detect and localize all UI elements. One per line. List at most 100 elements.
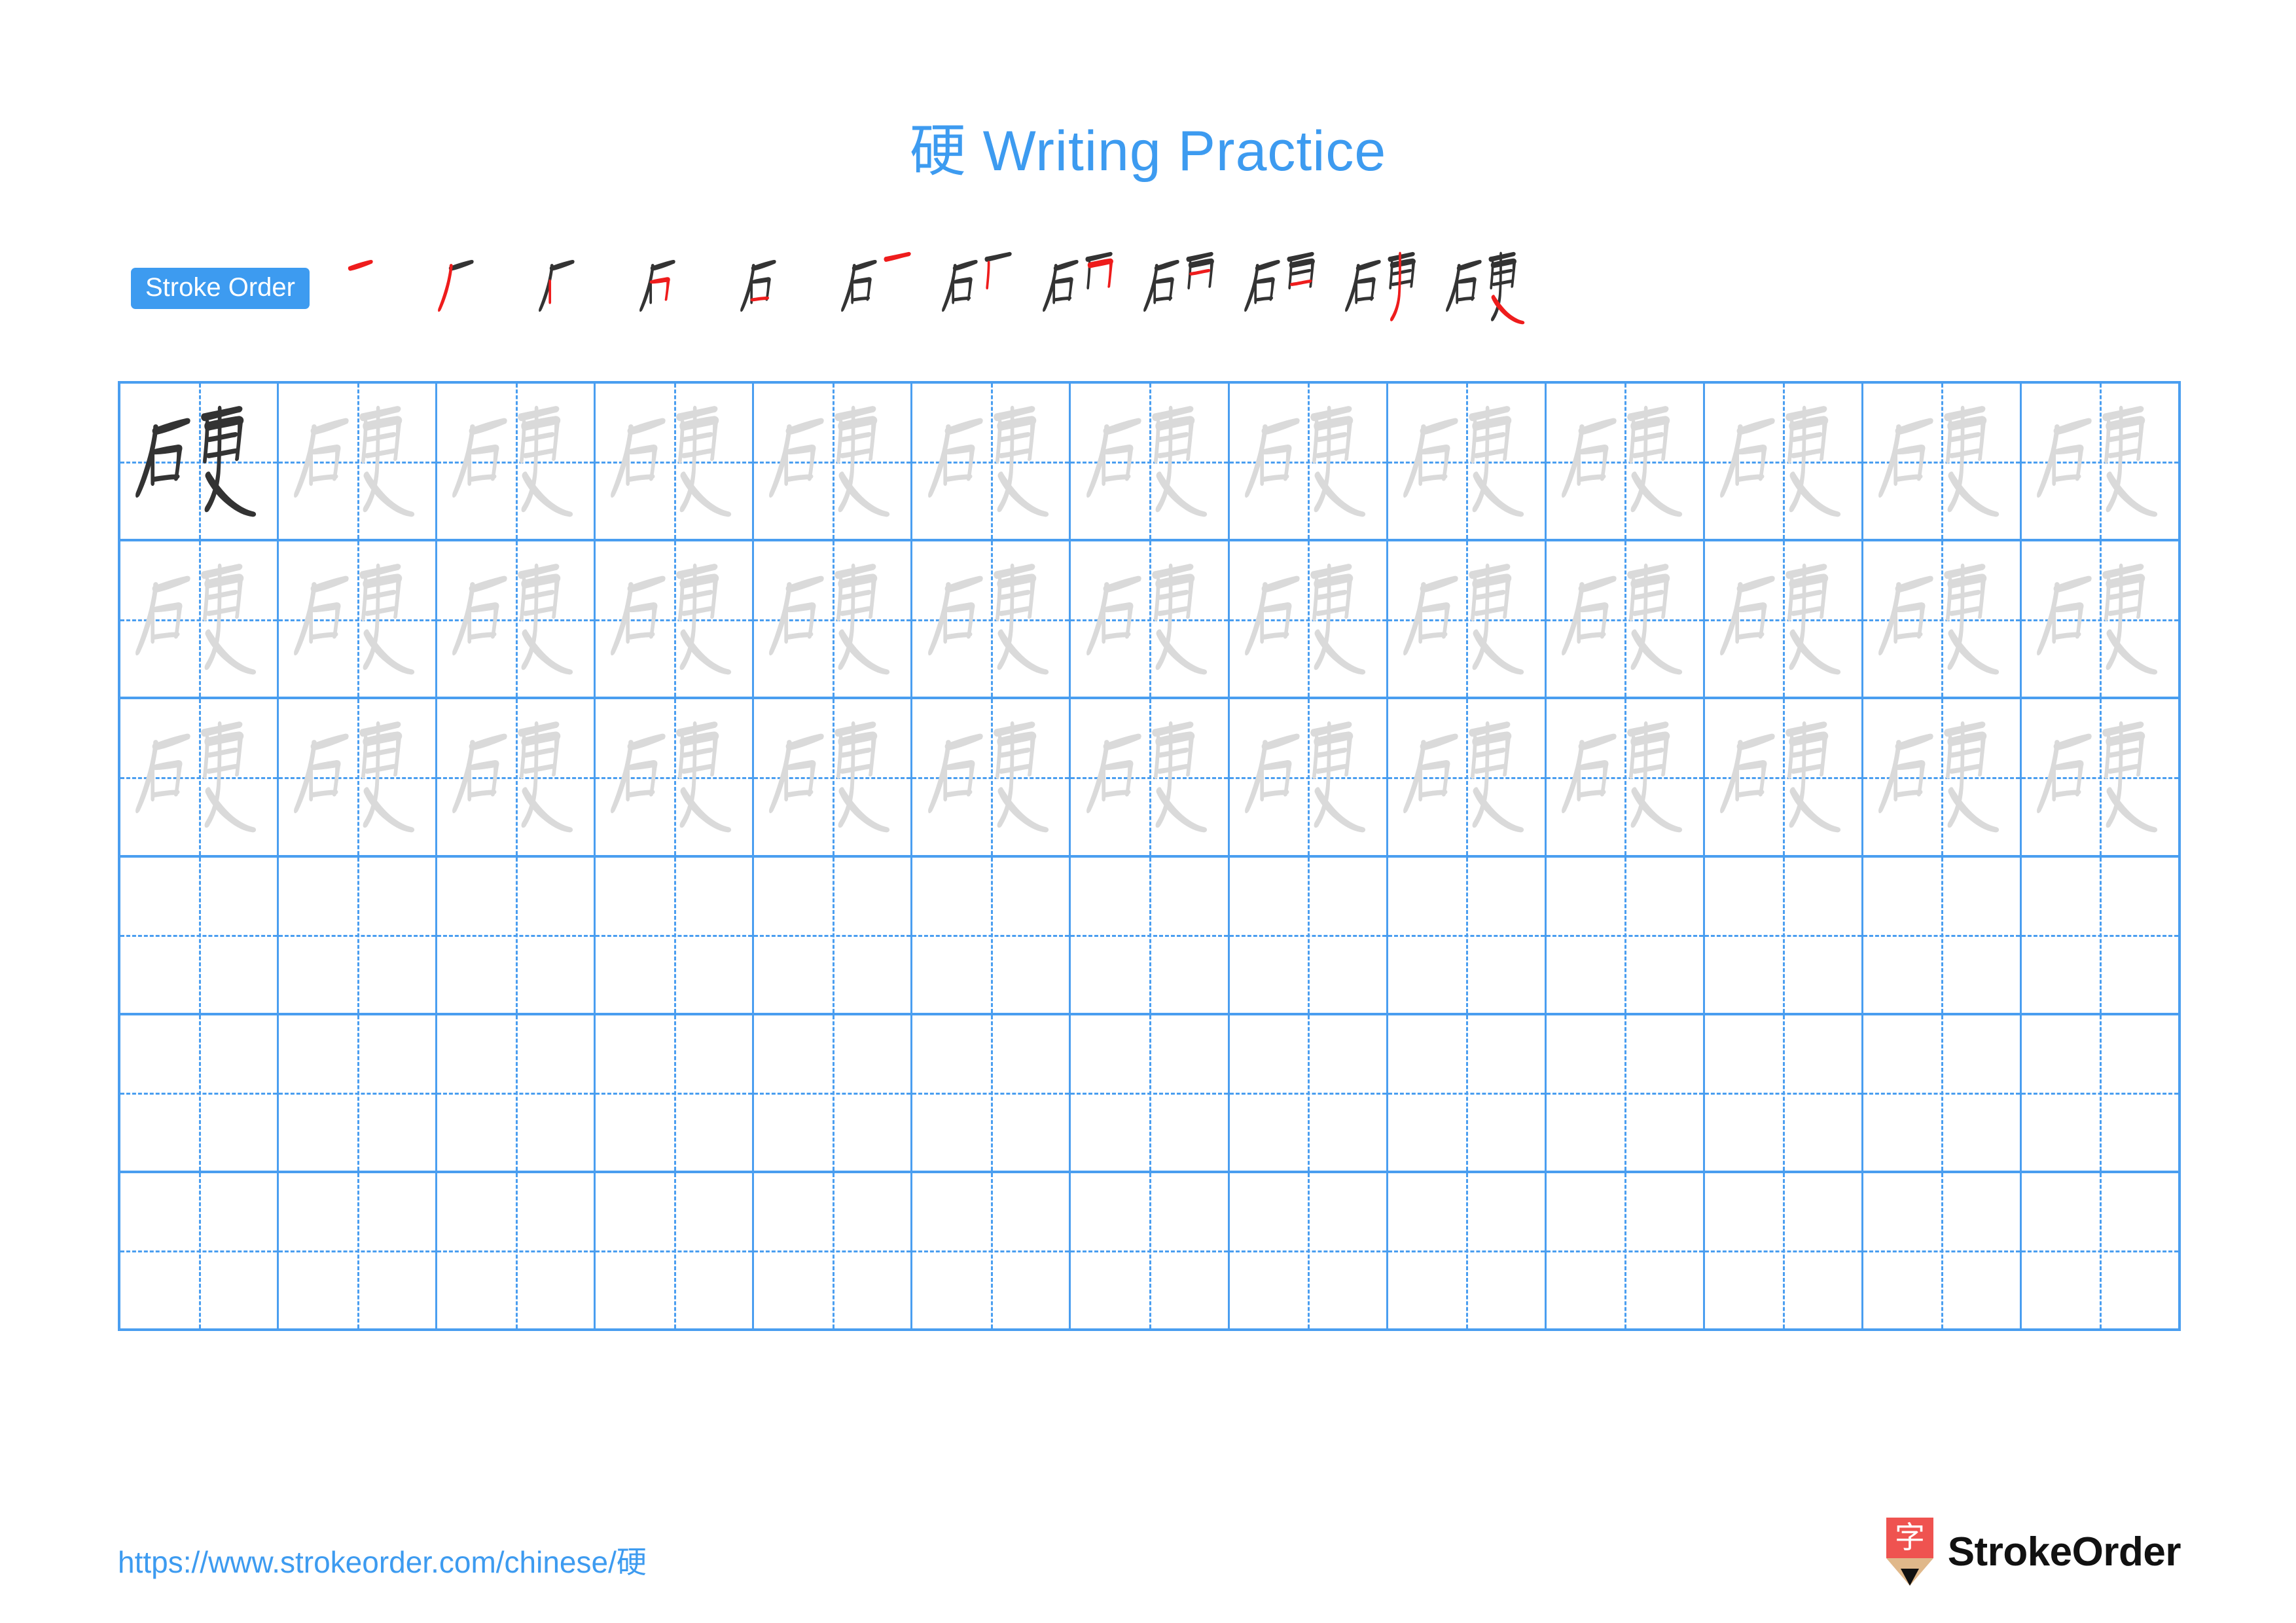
- practice-cell-empty[interactable]: [1071, 1015, 1230, 1171]
- practice-cell-empty[interactable]: [1863, 857, 2022, 1013]
- practice-cell-empty[interactable]: [120, 1015, 279, 1171]
- practice-cell-trace[interactable]: [1229, 541, 1388, 697]
- practice-cell-trace[interactable]: [437, 384, 596, 539]
- practice-cell-trace[interactable]: [1546, 699, 1705, 855]
- practice-cell-trace[interactable]: [596, 699, 755, 855]
- practice-cell-empty[interactable]: [279, 857, 438, 1013]
- practice-cell-trace[interactable]: [1863, 541, 2022, 697]
- practice-cell-trace[interactable]: [912, 541, 1071, 697]
- practice-cell-empty[interactable]: [120, 1173, 279, 1329]
- practice-cell-trace[interactable]: [1704, 384, 1863, 539]
- practice-cell-trace[interactable]: [2021, 384, 2179, 539]
- practice-cell-empty[interactable]: [1546, 1015, 1705, 1171]
- practice-cell-trace[interactable]: [754, 699, 913, 855]
- practice-cell-empty[interactable]: [1388, 857, 1547, 1013]
- practice-cell-empty[interactable]: [1863, 1173, 2022, 1329]
- stroke-step-3: [529, 246, 630, 331]
- trace-character: [1547, 541, 1703, 697]
- practice-cell-empty[interactable]: [596, 857, 755, 1013]
- practice-cell-trace[interactable]: [1863, 699, 2022, 855]
- model-character: [120, 384, 277, 539]
- footer-logo[interactable]: 字 StrokeOrder: [1886, 1518, 2181, 1586]
- trace-character: [1071, 541, 1227, 697]
- practice-cell-trace[interactable]: [1704, 699, 1863, 855]
- practice-cell-empty[interactable]: [596, 1173, 755, 1329]
- practice-cell-trace[interactable]: [2021, 541, 2179, 697]
- trace-character: [1863, 384, 2020, 539]
- practice-cell-empty[interactable]: [279, 1015, 438, 1171]
- practice-cell-empty[interactable]: [437, 1015, 596, 1171]
- trace-character: [912, 541, 1069, 697]
- practice-cell-trace[interactable]: [120, 541, 279, 697]
- pencil-logo-icon: 字: [1886, 1518, 1933, 1586]
- practice-cell-empty[interactable]: [1704, 1015, 1863, 1171]
- practice-cell-model[interactable]: [120, 384, 279, 539]
- footer-url-link[interactable]: https://www.strokeorder.com/chinese/硬: [118, 1539, 647, 1582]
- trace-character: [596, 541, 752, 697]
- practice-cell-trace[interactable]: [754, 541, 913, 697]
- practice-cell-empty[interactable]: [1229, 857, 1388, 1013]
- practice-cell-trace[interactable]: [1229, 699, 1388, 855]
- practice-cell-trace[interactable]: [1546, 384, 1705, 539]
- trace-character: [2022, 541, 2178, 697]
- stroke-step-4: [630, 246, 731, 331]
- practice-cell-empty[interactable]: [1229, 1173, 1388, 1329]
- stroke-step-12: [1437, 246, 1537, 331]
- practice-cell-empty[interactable]: [1704, 857, 1863, 1013]
- practice-cell-trace[interactable]: [596, 541, 755, 697]
- practice-cell-empty[interactable]: [912, 857, 1071, 1013]
- practice-cell-trace[interactable]: [1388, 384, 1547, 539]
- trace-character: [1388, 541, 1545, 697]
- practice-cell-empty[interactable]: [2021, 1173, 2179, 1329]
- practice-cell-trace[interactable]: [1863, 384, 2022, 539]
- practice-cell-trace[interactable]: [1388, 541, 1547, 697]
- practice-cell-trace[interactable]: [437, 541, 596, 697]
- practice-cell-trace[interactable]: [1071, 384, 1230, 539]
- practice-cell-trace[interactable]: [279, 541, 438, 697]
- practice-cell-empty[interactable]: [1388, 1173, 1547, 1329]
- practice-cell-trace[interactable]: [1071, 541, 1230, 697]
- practice-cell-empty[interactable]: [120, 857, 279, 1013]
- practice-cell-empty[interactable]: [754, 1173, 913, 1329]
- practice-cell-empty[interactable]: [1704, 1173, 1863, 1329]
- practice-cell-trace[interactable]: [1229, 384, 1388, 539]
- practice-cell-trace[interactable]: [1388, 699, 1547, 855]
- practice-cell-empty[interactable]: [1071, 857, 1230, 1013]
- practice-cell-trace[interactable]: [2021, 699, 2179, 855]
- practice-cell-trace[interactable]: [912, 699, 1071, 855]
- practice-cell-empty[interactable]: [1388, 1015, 1547, 1171]
- practice-cell-trace[interactable]: [120, 699, 279, 855]
- practice-cell-trace[interactable]: [437, 699, 596, 855]
- practice-cell-empty[interactable]: [1071, 1173, 1230, 1329]
- practice-cell-empty[interactable]: [596, 1015, 755, 1171]
- stroke-step-9: [1134, 246, 1235, 331]
- practice-cell-empty[interactable]: [1863, 1015, 2022, 1171]
- practice-cell-trace[interactable]: [1546, 541, 1705, 697]
- practice-cell-empty[interactable]: [912, 1173, 1071, 1329]
- trace-character: [1705, 699, 1861, 854]
- practice-cell-empty[interactable]: [437, 1173, 596, 1329]
- trace-character: [1547, 384, 1703, 539]
- practice-cell-trace[interactable]: [912, 384, 1071, 539]
- stroke-step-10: [1235, 246, 1336, 331]
- practice-cell-empty[interactable]: [2021, 857, 2179, 1013]
- practice-cell-trace[interactable]: [1071, 699, 1230, 855]
- trace-character: [279, 384, 435, 539]
- stroke-step-5: [731, 246, 832, 331]
- practice-cell-trace[interactable]: [1704, 541, 1863, 697]
- practice-cell-trace[interactable]: [754, 384, 913, 539]
- practice-cell-empty[interactable]: [754, 857, 913, 1013]
- practice-cell-trace[interactable]: [279, 699, 438, 855]
- practice-cell-empty[interactable]: [279, 1173, 438, 1329]
- practice-cell-empty[interactable]: [1546, 857, 1705, 1013]
- stroke-order-badge: Stroke Order: [131, 267, 310, 309]
- practice-cell-empty[interactable]: [437, 857, 596, 1013]
- practice-cell-empty[interactable]: [912, 1015, 1071, 1171]
- practice-cell-empty[interactable]: [1546, 1173, 1705, 1329]
- practice-cell-empty[interactable]: [2021, 1015, 2179, 1171]
- practice-cell-empty[interactable]: [754, 1015, 913, 1171]
- practice-grid-row: [120, 699, 2179, 858]
- practice-cell-empty[interactable]: [1229, 1015, 1388, 1171]
- practice-cell-trace[interactable]: [596, 384, 755, 539]
- practice-cell-trace[interactable]: [279, 384, 438, 539]
